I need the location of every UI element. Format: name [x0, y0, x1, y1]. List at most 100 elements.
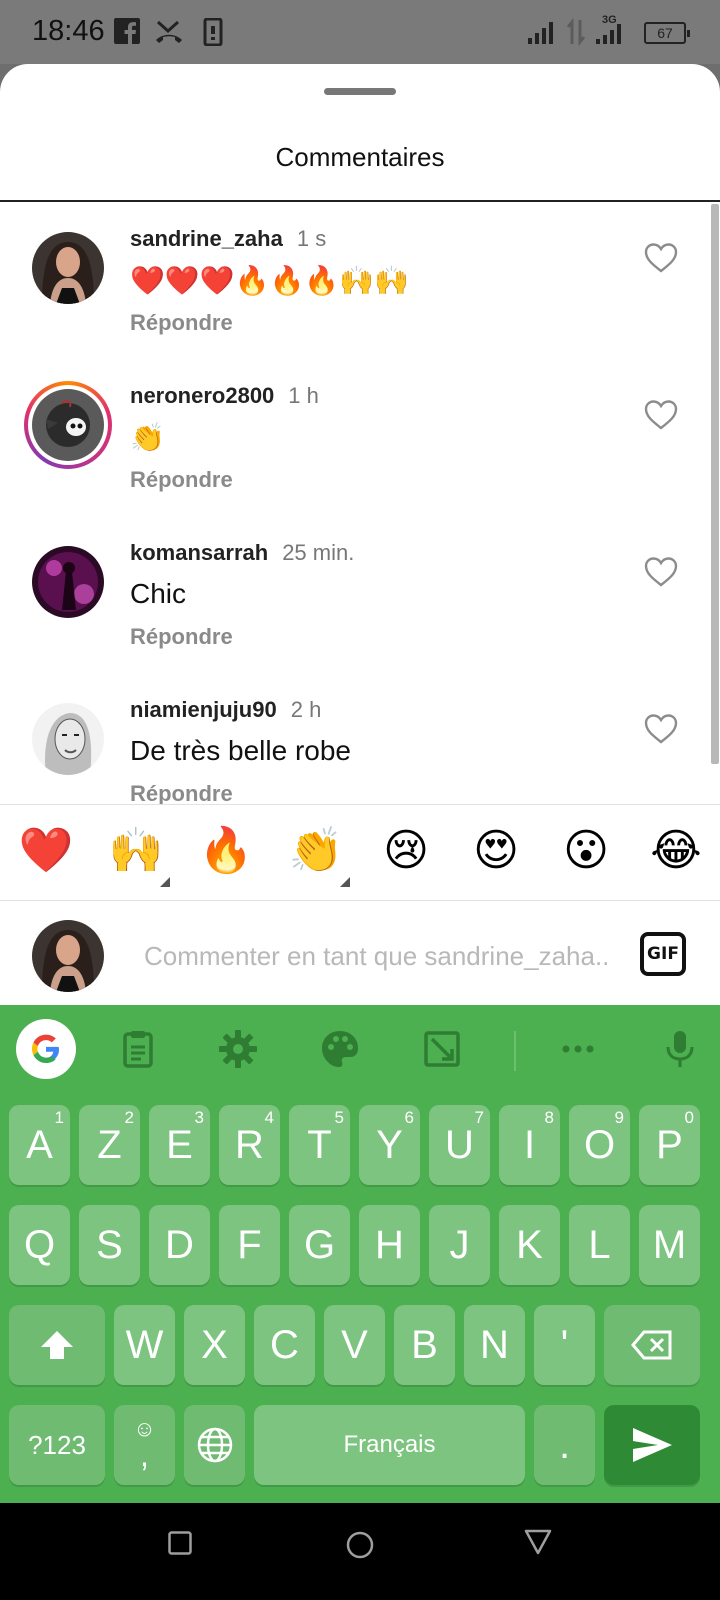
key-v[interactable]: V: [324, 1305, 385, 1385]
reply-button[interactable]: Répondre: [130, 310, 233, 336]
clipboard-icon[interactable]: [116, 1027, 160, 1071]
comment-time: 25 min.: [282, 540, 355, 565]
comment-text: 👏: [130, 422, 165, 453]
key-t[interactable]: T5: [289, 1105, 350, 1185]
story-ring[interactable]: [24, 381, 112, 469]
recent-apps-button[interactable]: [168, 1531, 192, 1555]
key-n[interactable]: N: [464, 1305, 525, 1385]
key-label: U: [445, 1123, 474, 1167]
key-z[interactable]: Z2: [79, 1105, 140, 1185]
comment-username[interactable]: sandrine_zaha 1 s: [130, 226, 326, 252]
key-b[interactable]: B: [394, 1305, 455, 1385]
username-text[interactable]: niamienjuju90: [130, 697, 277, 722]
emoji-clapping[interactable]: 👏: [286, 825, 346, 877]
current-user-avatar: [32, 920, 104, 992]
comment-item: komansarrah 25 min. Chic Répondre: [0, 516, 700, 676]
key-h[interactable]: H: [359, 1205, 420, 1285]
emoji-raising-hands[interactable]: 🙌: [106, 825, 166, 877]
like-heart-icon[interactable]: [644, 399, 678, 431]
avatar[interactable]: [32, 232, 104, 304]
key-m[interactable]: M: [639, 1205, 700, 1285]
reply-button[interactable]: Répondre: [130, 467, 233, 493]
space-bar[interactable]: Français: [254, 1405, 525, 1485]
period-key[interactable]: .: [534, 1405, 595, 1485]
back-button[interactable]: [524, 1529, 552, 1555]
like-heart-icon[interactable]: [644, 242, 678, 274]
key-s[interactable]: S: [79, 1205, 140, 1285]
key-f[interactable]: F: [219, 1205, 280, 1285]
comment-username[interactable]: niamienjuju90 2 h: [130, 697, 321, 723]
key-k[interactable]: K: [499, 1205, 560, 1285]
key-d[interactable]: D: [149, 1205, 210, 1285]
resize-keyboard-icon[interactable]: [420, 1027, 464, 1071]
key-hint: 0: [684, 1108, 694, 1127]
key-hint: 9: [614, 1108, 624, 1127]
data-transfer-icon: [566, 18, 586, 46]
key-a[interactable]: A1: [9, 1105, 70, 1185]
key-g[interactable]: G: [289, 1205, 350, 1285]
emoji-laughing[interactable]: 😂: [646, 825, 706, 877]
avatar[interactable]: [32, 703, 104, 775]
microphone-icon[interactable]: [658, 1027, 702, 1071]
key-j[interactable]: J: [429, 1205, 490, 1285]
gear-icon[interactable]: [216, 1027, 260, 1071]
avatar[interactable]: [32, 546, 104, 618]
key-y[interactable]: Y6: [359, 1105, 420, 1185]
keyboard: A1 Z2 E3 R4 T5 Y6 U7 I8 O9 P0 Q S D F G …: [0, 1005, 720, 1503]
like-heart-icon[interactable]: [644, 713, 678, 745]
reply-button[interactable]: Répondre: [130, 624, 233, 650]
key-u[interactable]: U7: [429, 1105, 490, 1185]
username-text[interactable]: neronero2800: [130, 383, 274, 408]
shift-key[interactable]: [9, 1305, 105, 1385]
google-icon[interactable]: [16, 1019, 76, 1079]
language-key[interactable]: [184, 1405, 245, 1485]
sheet-title: Commentaires: [275, 142, 445, 172]
key-e[interactable]: E3: [149, 1105, 210, 1185]
comment-username[interactable]: neronero2800 1 h: [130, 383, 319, 409]
symbols-key[interactable]: ?123: [9, 1405, 105, 1485]
palette-icon[interactable]: [318, 1027, 362, 1071]
key-hint: 4: [264, 1108, 274, 1127]
key-q[interactable]: Q: [9, 1205, 70, 1285]
drag-handle[interactable]: [324, 88, 396, 95]
home-button[interactable]: [346, 1531, 374, 1559]
comment-time: 1 h: [288, 383, 319, 408]
key-hint: 5: [334, 1108, 344, 1127]
comment-input[interactable]: [144, 936, 608, 976]
emoji-comma-key[interactable]: ☺ ,: [114, 1405, 175, 1485]
avatar[interactable]: [32, 389, 104, 461]
backspace-key[interactable]: [604, 1305, 700, 1385]
skin-tone-indicator: [160, 877, 170, 887]
status-time: 18:46: [32, 15, 105, 47]
comment-text: De très belle robe: [130, 735, 352, 766]
shift-icon: [41, 1331, 73, 1359]
comment-username[interactable]: komansarrah 25 min.: [130, 540, 354, 566]
emoji-heart-eyes[interactable]: 😍: [466, 825, 526, 877]
comment-text: ❤️❤️❤️🔥🔥🔥🙌🙌: [130, 265, 409, 296]
key-o[interactable]: O9: [569, 1105, 630, 1185]
key-i[interactable]: I8: [499, 1105, 560, 1185]
key-w[interactable]: W: [114, 1305, 175, 1385]
emoji-fire[interactable]: 🔥: [196, 825, 256, 877]
username-text[interactable]: komansarrah: [130, 540, 268, 565]
emoji-surprised[interactable]: 😮: [556, 825, 616, 877]
more-options-icon[interactable]: [556, 1027, 600, 1071]
emoji-heart[interactable]: ❤️: [16, 825, 76, 877]
gif-button[interactable]: GIF: [640, 932, 686, 976]
scrollbar[interactable]: [711, 204, 719, 764]
send-key[interactable]: [604, 1405, 700, 1485]
key-hint: 2: [124, 1108, 134, 1127]
key-r[interactable]: R4: [219, 1105, 280, 1185]
like-heart-icon[interactable]: [644, 556, 678, 588]
key-p[interactable]: P0: [639, 1105, 700, 1185]
emoji-crying[interactable]: 😢: [376, 825, 436, 877]
send-icon: [633, 1428, 672, 1462]
key-c[interactable]: C: [254, 1305, 315, 1385]
key-apostrophe[interactable]: ': [534, 1305, 595, 1385]
username-text[interactable]: sandrine_zaha: [130, 226, 283, 251]
key-x[interactable]: X: [184, 1305, 245, 1385]
comment-time: 1 s: [296, 226, 327, 251]
comment-list[interactable]: sandrine_zaha 1 s ❤️❤️❤️🔥🔥🔥🙌🙌 Répondre n…: [0, 202, 720, 868]
key-l[interactable]: L: [569, 1205, 630, 1285]
comment-input-row: GIF: [0, 902, 720, 1005]
